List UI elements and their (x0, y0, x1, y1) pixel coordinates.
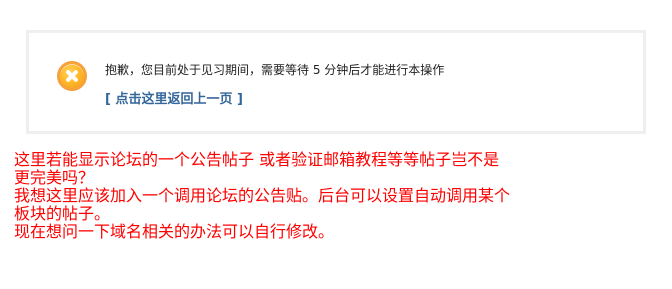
annotation-line: 板块的帖子。 (14, 204, 111, 223)
notice-panel: 抱歉，您目前处于见习期间，需要等待 5 分钟后才能进行本操作 [ 点击这里返回上… (26, 30, 646, 134)
error-icon (57, 61, 87, 91)
annotation-line: 我想这里应该加入一个调用论坛的公告贴。后台可以设置自动调用某个 (14, 186, 511, 205)
annotation-line: 现在想问一下域名相关的办法可以自行修改。 (14, 222, 335, 241)
notice-message: 抱歉，您目前处于见习期间，需要等待 5 分钟后才能进行本操作 (105, 63, 445, 77)
annotation-line: 这里若能显示论坛的一个公告帖子 或者验证邮箱教程等等帖子岂不是 (14, 150, 500, 169)
go-back-link[interactable]: [ 点击这里返回上一页 ] (105, 92, 243, 108)
error-page: 抱歉，您目前处于见习期间，需要等待 5 分钟后才能进行本操作 [ 点击这里返回上… (0, 0, 672, 289)
annotation-line: 更完美吗？ (14, 168, 95, 187)
annotation-text: 这里若能显示论坛的一个公告帖子 或者验证邮箱教程等等帖子岂不是 更完美吗？ 我想… (14, 151, 644, 241)
